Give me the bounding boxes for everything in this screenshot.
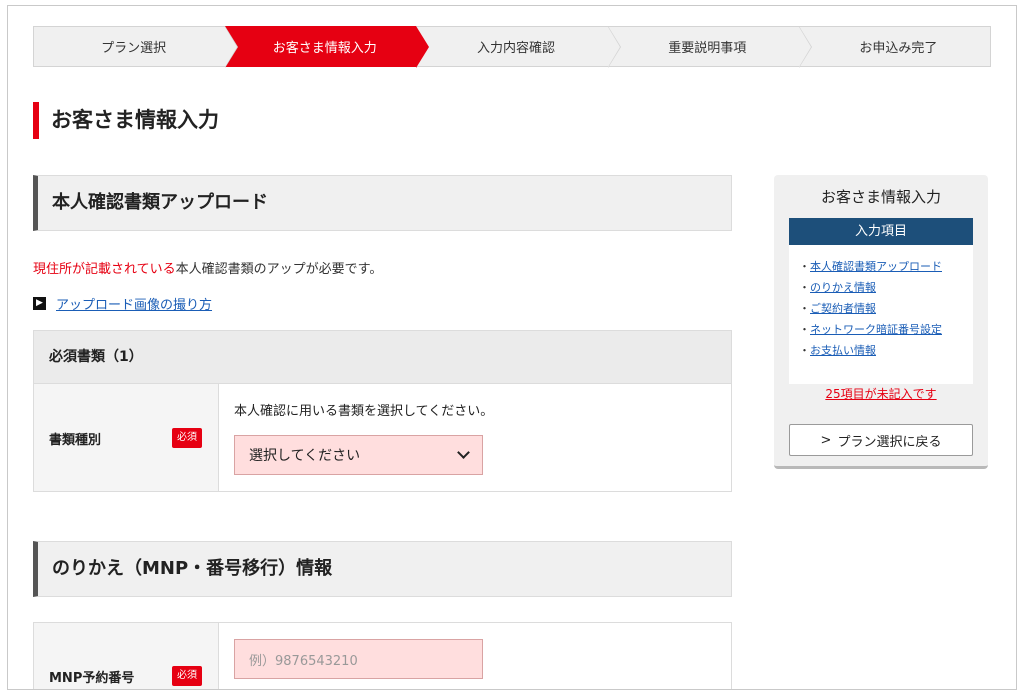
upload-notice: 現住所が記載されている本人確認書類のアップが必要です。 — [33, 258, 382, 277]
doc-type-select[interactable]: 選択してください — [234, 435, 483, 475]
doc-type-row: 書類種別 必須 本人確認に用いる書類を選択してください。 選択してください — [34, 384, 731, 491]
step-plan-select: プラン選択 — [33, 26, 239, 68]
list-item: ・ネットワーク暗証番号設定 — [799, 323, 942, 336]
mnp-number-input[interactable]: 例）9876543210 — [234, 639, 483, 679]
page-title: お客さま情報入力 — [33, 102, 219, 139]
notice-highlight: 現住所が記載されている — [33, 262, 176, 277]
mnp-row: MNP予約番号 必須 例）9876543210 — [34, 623, 731, 689]
incomplete-warning-link[interactable]: 25項目が未記入です — [774, 385, 988, 402]
field-label-cell: 書類種別 必須 — [34, 384, 219, 491]
section-header-mnp: のりかえ（MNP・番号移行）情報 — [33, 541, 732, 597]
page-frame: プラン選択 お客さま情報入力 入力内容確認 重要説明事項 お申込み完了 お客さま… — [7, 5, 1017, 690]
mnp-label: MNP予約番号 — [49, 671, 135, 686]
box-caption: 必須書類（1） — [34, 331, 731, 384]
list-item: ・お支払い情報 — [799, 344, 876, 357]
field-value-cell: 本人確認に用いる書類を選択してください。 選択してください — [219, 384, 731, 491]
sidebar-link-contractor[interactable]: ご契約者情報 — [810, 302, 876, 315]
step-label: プラン選択 — [101, 41, 167, 56]
progress-steps: プラン選択 お客さま情報入力 入力内容確認 重要説明事項 お申込み完了 — [33, 26, 992, 68]
upload-howto-link[interactable]: アップロード画像の撮り方 — [56, 294, 212, 313]
list-item: ・ご契約者情報 — [799, 302, 876, 315]
field-label-cell: MNP予約番号 必須 — [34, 623, 219, 689]
list-item: ・のりかえ情報 — [799, 281, 876, 294]
sidebar-panel: お客さま情報入力 入力項目 ・本人確認書類アップロード ・のりかえ情報 ・ご契約… — [774, 175, 988, 469]
back-button-label: プラン選択に戻る — [837, 434, 942, 450]
back-to-plan-button[interactable]: > プラン選択に戻る — [789, 424, 973, 456]
sidebar-item-list: 入力項目 ・本人確認書類アップロード ・のりかえ情報 ・ご契約者情報 ・ネットワ… — [789, 218, 973, 384]
doc-type-help: 本人確認に用いる書類を選択してください。 — [234, 404, 494, 419]
doc-type-label: 書類種別 — [49, 433, 102, 448]
sidebar-link-id-upload[interactable]: 本人確認書類アップロード — [810, 260, 942, 273]
arrow-right-icon: ▶ — [33, 297, 46, 310]
step-confirm: 入力内容確認 — [416, 26, 621, 68]
sidebar-link-network-pin[interactable]: ネットワーク暗証番号設定 — [810, 323, 942, 336]
input-placeholder: 例）9876543210 — [249, 653, 358, 669]
required-docs-box: 必須書類（1） 書類種別 必須 本人確認に用いる書類を選択してください。 選択し… — [33, 330, 732, 492]
sidebar-link-mnp[interactable]: のりかえ情報 — [810, 281, 876, 294]
chevron-right-icon: > — [820, 432, 832, 448]
sidebar-title: お客さま情報入力 — [820, 188, 941, 206]
field-value-cell: 例）9876543210 — [219, 623, 731, 689]
notice-text: 本人確認書類のアップが必要です。 — [175, 262, 383, 277]
step-label: 入力内容確認 — [477, 41, 556, 56]
required-badge: 必須 — [172, 428, 202, 448]
section-header-id-upload: 本人確認書類アップロード — [33, 175, 732, 231]
chevron-down-icon — [457, 446, 470, 459]
step-customer-info: お客さま情報入力 — [225, 26, 430, 68]
mnp-box: MNP予約番号 必須 例）9876543210 — [33, 622, 732, 689]
step-important-notes: 重要説明事項 — [607, 26, 812, 68]
sidebar-list-header: 入力項目 — [789, 218, 973, 245]
step-label: お客さま情報入力 — [272, 41, 377, 56]
step-complete: お申込み完了 — [798, 26, 992, 67]
list-item: ・本人確認書類アップロード — [799, 260, 942, 273]
howto-link-row: ▶ アップロード画像の撮り方 — [33, 294, 212, 313]
required-badge: 必須 — [172, 666, 202, 686]
sidebar-link-payment[interactable]: お支払い情報 — [810, 344, 876, 357]
step-label: 重要説明事項 — [668, 41, 747, 56]
step-label: お申込み完了 — [859, 41, 938, 56]
select-value: 選択してください — [249, 448, 361, 464]
